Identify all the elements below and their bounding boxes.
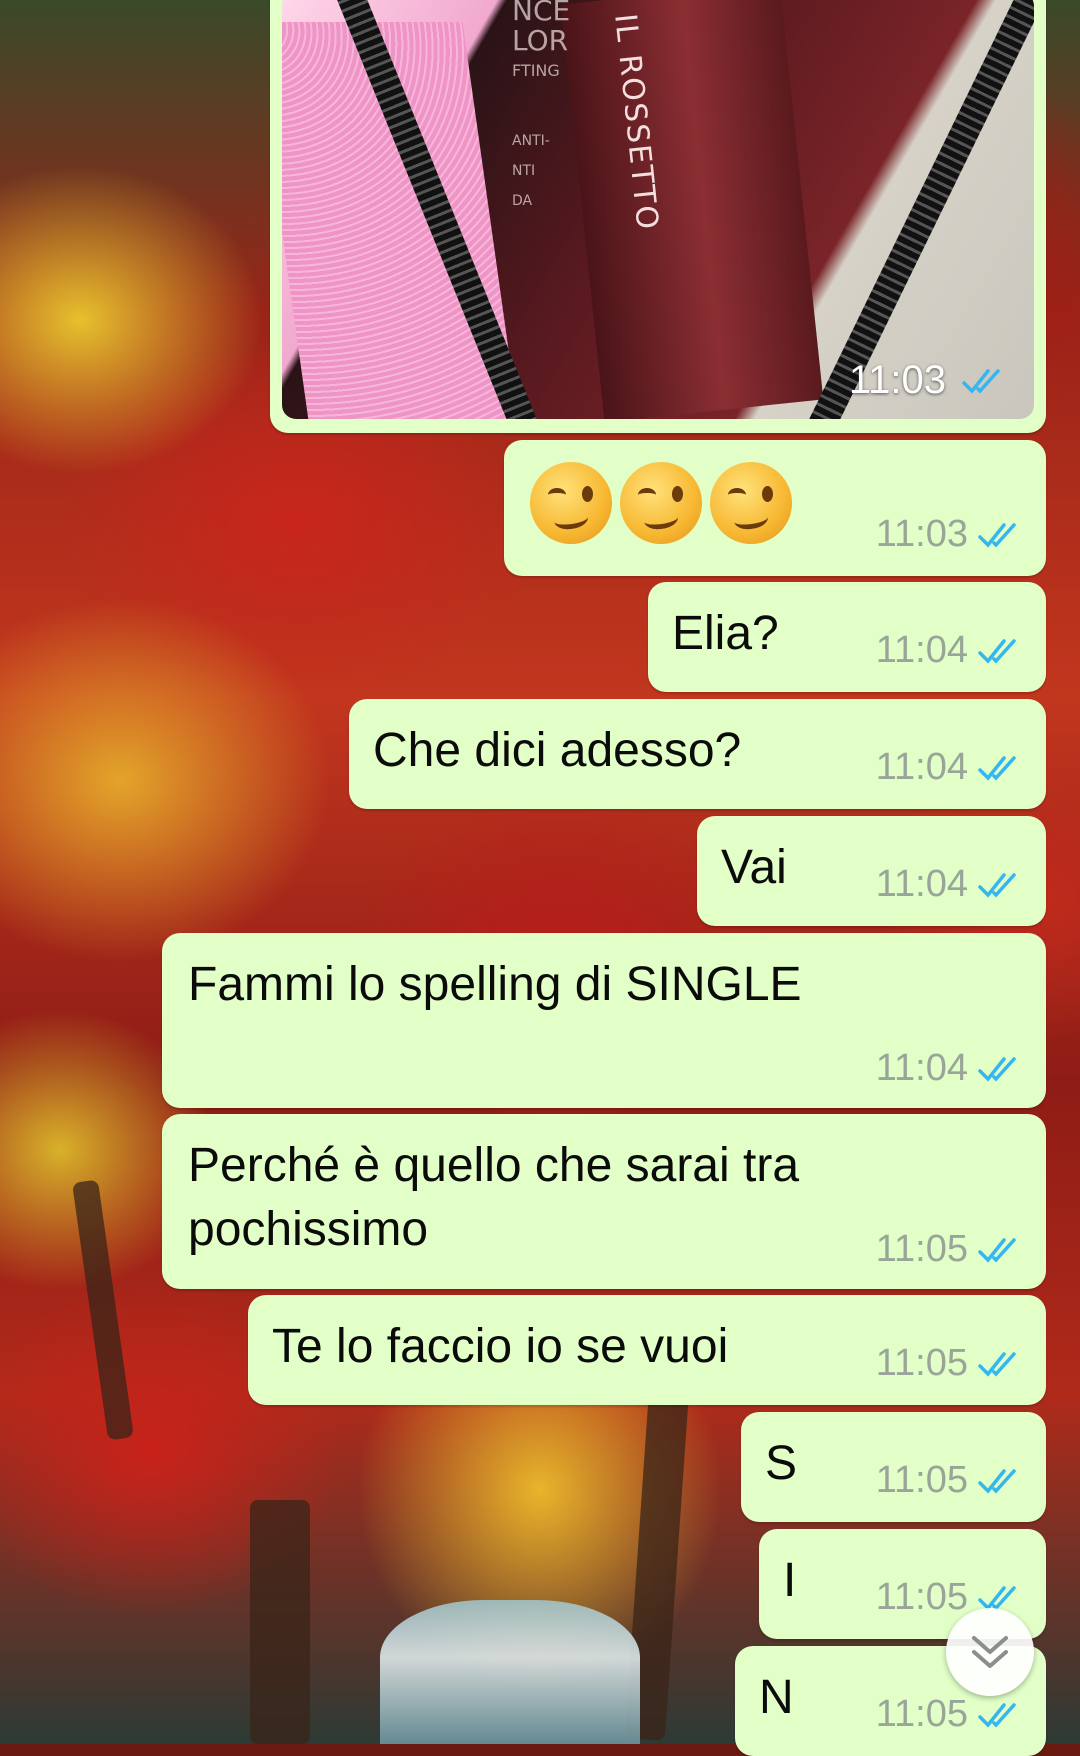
message-bubble[interactable]: Elia? 11:04: [648, 582, 1046, 692]
message-time: 11:04: [875, 629, 968, 671]
message-meta: 11:04: [876, 1047, 1022, 1090]
message-time: 11:03: [875, 513, 968, 555]
double-check-icon: [978, 1702, 1016, 1728]
message-time: 11:05: [875, 1459, 968, 1501]
waterfall-scene: [380, 1600, 640, 1744]
image-message[interactable]: NCE LOR FTING ANTI- NTI DA IL ROSSETTO 1…: [270, 0, 1046, 433]
double-check-icon: [978, 1468, 1016, 1494]
message-text: N: [759, 1671, 794, 1724]
message-text: Elia?: [672, 607, 779, 660]
message-text: Perché è quello che sarai tra: [188, 1139, 800, 1192]
message-meta: 11:04: [876, 863, 1022, 906]
double-check-icon: [978, 755, 1016, 781]
emoji-row: [530, 462, 792, 544]
message-time: 11:04: [875, 1047, 968, 1089]
winking-face-icon: [620, 462, 702, 544]
message-text: Te lo faccio io se vuoi: [272, 1320, 729, 1373]
message-text: Fammi lo spelling di SINGLE: [188, 958, 802, 1011]
photo-lipstick-bag[interactable]: NCE LOR FTING ANTI- NTI DA IL ROSSETTO: [282, 0, 1034, 419]
double-check-icon: [962, 368, 1000, 394]
message-text: Che dici adesso?: [373, 724, 742, 777]
scroll-to-bottom-button[interactable]: [946, 1608, 1034, 1696]
message-text: I: [783, 1554, 797, 1607]
message-bubble[interactable]: Fammi lo spelling di SINGLE 11:04: [162, 933, 1046, 1108]
message-bubble[interactable]: Vai 11:04: [697, 816, 1046, 926]
winking-face-icon: [710, 462, 792, 544]
message-bubble[interactable]: Che dici adesso? 11:04: [349, 699, 1046, 809]
message-bubble[interactable]: Te lo faccio io se vuoi 11:05: [248, 1295, 1046, 1405]
message-meta: 11:05: [876, 1459, 1022, 1502]
message-meta: 11:03: [849, 358, 1006, 403]
message-text: S: [765, 1437, 798, 1490]
message-bubble[interactable]: Perché è quello che sarai tra pochissimo…: [162, 1114, 1046, 1289]
message-time: 11:05: [875, 1576, 968, 1618]
double-check-icon: [978, 1237, 1016, 1263]
message-time: 11:03: [848, 358, 946, 402]
message-time: 11:05: [875, 1693, 968, 1735]
double-check-icon: [978, 522, 1016, 548]
message-text-line2: pochissimo: [188, 1203, 429, 1256]
double-chevron-down-icon: [972, 1636, 1008, 1668]
message-meta: 11:04: [876, 746, 1022, 789]
message-meta: 11:05: [876, 1693, 1022, 1736]
message-meta: 11:05: [876, 1342, 1022, 1385]
double-check-icon: [978, 1056, 1016, 1082]
winking-face-icon: [530, 462, 612, 544]
double-check-icon: [978, 872, 1016, 898]
message-meta: 11:04: [876, 629, 1022, 672]
message-meta: 11:05: [876, 1228, 1022, 1271]
double-check-icon: [978, 638, 1016, 664]
message-bubble[interactable]: S 11:05: [741, 1412, 1046, 1522]
message-text: Vai: [721, 841, 787, 894]
message-bubble[interactable]: 11:03: [504, 440, 1046, 576]
photo-brand-text: NCE LOR FTING ANTI- NTI DA: [512, 0, 571, 209]
double-check-icon: [978, 1351, 1016, 1377]
message-time: 11:05: [875, 1342, 968, 1384]
message-meta: 11:03: [876, 513, 1022, 556]
message-time: 11:04: [875, 863, 968, 905]
message-time: 11:05: [875, 1228, 968, 1270]
message-time: 11:04: [875, 746, 968, 788]
